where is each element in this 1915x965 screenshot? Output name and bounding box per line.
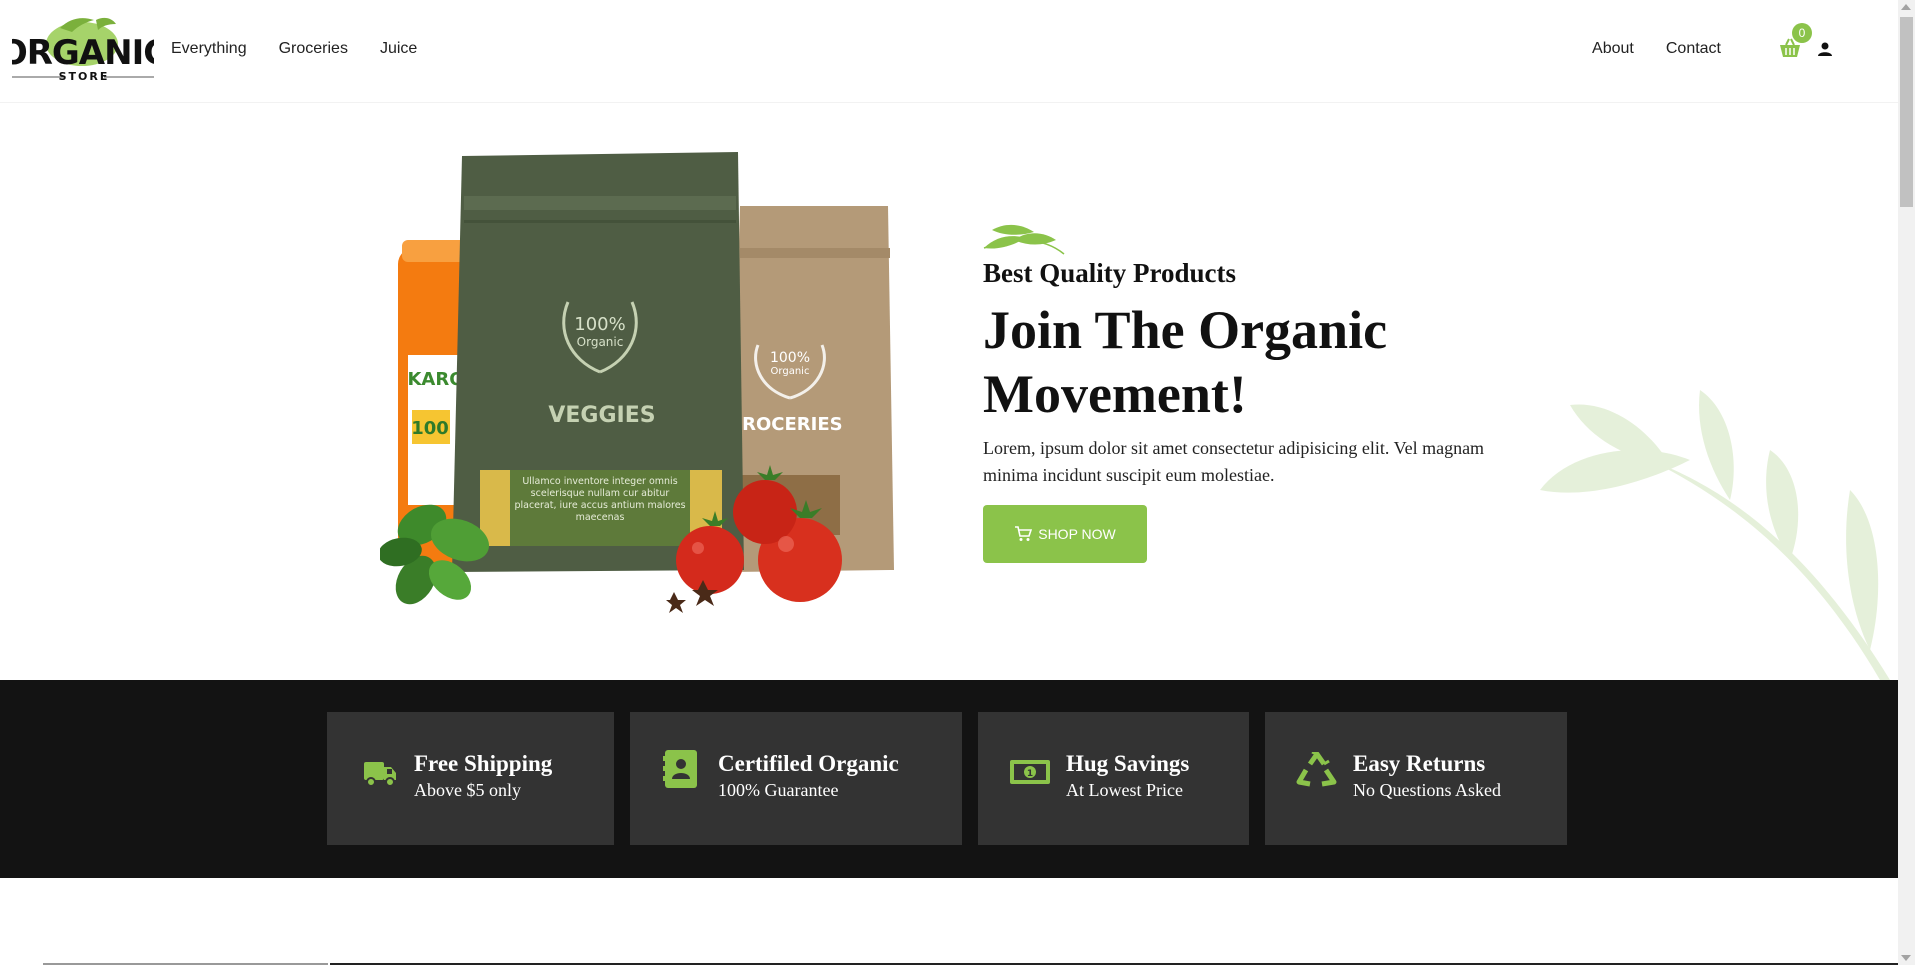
scroll-down-arrow-icon[interactable] — [1901, 955, 1911, 961]
shop-now-button[interactable]: SHOP NOW — [983, 505, 1147, 563]
groceries-label: GROCERIES — [727, 414, 842, 435]
feature-card-shipping: Free Shipping Above $5 only — [327, 712, 614, 845]
recycle-icon — [1296, 752, 1337, 787]
nav-groceries[interactable]: Groceries — [279, 40, 348, 58]
scroll-up-arrow-icon[interactable] — [1901, 4, 1911, 10]
groceries-badge-top: 100% — [770, 350, 810, 366]
money-icon: 1 — [1010, 760, 1050, 784]
nav-about[interactable]: About — [1592, 40, 1634, 58]
feature-subtitle: 100% Guarantee — [718, 780, 839, 800]
svg-text:1: 1 — [1027, 769, 1033, 779]
hero-title: Join The Organic Movement! — [983, 300, 1388, 424]
feature-title: Easy Returns — [1353, 751, 1486, 776]
feature-card-returns: Easy Returns No Questions Asked — [1265, 712, 1567, 845]
hero-product-image: KARO 100 100% Organic GROCERIES 100% Org… — [378, 140, 940, 630]
page-scrollbar[interactable] — [1898, 0, 1915, 965]
jar-label: KARO — [407, 369, 464, 390]
cart-outline-icon — [1015, 526, 1033, 541]
logo-sub: STORE — [59, 70, 110, 83]
jar-number: 100 — [411, 418, 449, 439]
logo-text: ORGANIC — [12, 33, 154, 73]
veggies-bag-text: Ullamco inventore integer omnis sceleris… — [514, 476, 686, 523]
leaves-icon — [983, 224, 1065, 255]
cart-count-badge: 0 — [1792, 23, 1812, 43]
organic-store-logo[interactable]: ORGANIC STORE — [0, 14, 168, 84]
feature-title: Hug Savings — [1066, 751, 1190, 776]
contact-book-icon — [663, 750, 697, 788]
feature-card-savings: 1 Hug Savings At Lowest Price — [978, 712, 1249, 845]
feature-subtitle: At Lowest Price — [1066, 780, 1183, 800]
veggies-badge-top: 100% — [574, 314, 625, 335]
veggies-label: VEGGIES — [548, 403, 655, 428]
groceries-badge-bottom: Organic — [771, 366, 810, 377]
hero-subtitle: Best Quality Products — [983, 258, 1237, 288]
feature-subtitle: No Questions Asked — [1353, 780, 1501, 800]
veggies-bag: 100% Organic VEGGIES Ullamco inventore i… — [452, 152, 744, 572]
feature-title: Free Shipping — [414, 751, 553, 776]
nav-juice[interactable]: Juice — [380, 40, 417, 58]
nav-contact[interactable]: Contact — [1666, 40, 1721, 58]
decorative-leaf-branch — [1540, 390, 1890, 680]
hero-description: Lorem, ipsum dolor sit amet consectetur … — [983, 438, 1485, 485]
primary-nav: Everything Groceries Juice — [171, 40, 417, 58]
shop-now-label: SHOP NOW — [1038, 526, 1116, 542]
veggies-badge-bottom: Organic — [577, 335, 624, 349]
truck-icon — [364, 762, 396, 787]
feature-card-organic: Certifiled Organic 100% Guarantee — [630, 712, 962, 845]
feature-subtitle: Above $5 only — [414, 780, 521, 800]
user-icon[interactable] — [1817, 41, 1833, 57]
feature-title: Certifiled Organic — [718, 751, 899, 776]
nav-everything[interactable]: Everything — [171, 40, 247, 58]
scroll-thumb[interactable] — [1900, 17, 1913, 207]
site-header: ORGANIC STORE Everything Groceries Juice… — [0, 0, 1898, 102]
